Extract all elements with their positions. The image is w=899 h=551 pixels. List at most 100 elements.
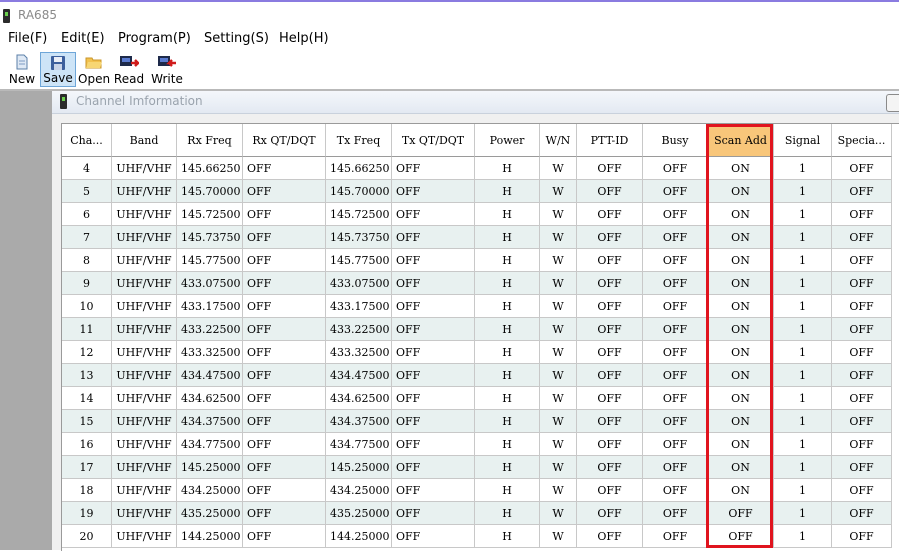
cell-tx-freq[interactable]: 145.70000 <box>326 180 392 203</box>
cell-tx-qt-dqt[interactable]: OFF <box>392 410 475 433</box>
cell-power[interactable]: H <box>475 433 540 456</box>
cell-rx-freq[interactable]: 433.32500 <box>177 341 243 364</box>
cell-ptt-id[interactable]: OFF <box>577 226 643 249</box>
save-button[interactable]: Save <box>40 52 76 87</box>
menu-help[interactable]: Help(H) <box>279 31 329 46</box>
cell-rx-freq[interactable]: 145.72500 <box>177 203 243 226</box>
cell-tx-freq[interactable]: 144.25000 <box>326 525 392 548</box>
column-header-special[interactable]: Specia... <box>832 124 892 157</box>
cell-busy[interactable]: OFF <box>643 249 708 272</box>
cell-wn[interactable]: W <box>540 433 577 456</box>
cell-band[interactable]: UHF/VHF <box>112 410 177 433</box>
cell-band[interactable]: UHF/VHF <box>112 180 177 203</box>
column-header-power[interactable]: Power <box>475 124 540 157</box>
cell-rx-qt-dqt[interactable]: OFF <box>243 157 326 180</box>
cell-special[interactable]: OFF <box>832 387 892 410</box>
cell-ptt-id[interactable]: OFF <box>577 502 643 525</box>
cell-signal[interactable]: 1 <box>774 456 832 479</box>
cell-signal[interactable]: 1 <box>774 295 832 318</box>
cell-power[interactable]: H <box>475 157 540 180</box>
cell-rx-qt-dqt[interactable]: OFF <box>243 203 326 226</box>
cell-ptt-id[interactable]: OFF <box>577 203 643 226</box>
cell-rx-freq[interactable]: 145.66250 <box>177 157 243 180</box>
cell-power[interactable]: H <box>475 479 540 502</box>
cell-rx-freq[interactable]: 145.70000 <box>177 180 243 203</box>
cell-channel[interactable]: 5 <box>62 180 112 203</box>
cell-special[interactable]: OFF <box>832 525 892 548</box>
cell-rx-qt-dqt[interactable]: OFF <box>243 341 326 364</box>
cell-tx-freq[interactable]: 434.77500 <box>326 433 392 456</box>
cell-rx-qt-dqt[interactable]: OFF <box>243 226 326 249</box>
cell-scan-add[interactable]: ON <box>708 364 774 387</box>
cell-tx-qt-dqt[interactable]: OFF <box>392 295 475 318</box>
cell-band[interactable]: UHF/VHF <box>112 157 177 180</box>
cell-power[interactable]: H <box>475 226 540 249</box>
cell-power[interactable]: H <box>475 295 540 318</box>
column-header-signal[interactable]: Signal <box>774 124 832 157</box>
cell-signal[interactable]: 1 <box>774 479 832 502</box>
cell-ptt-id[interactable]: OFF <box>577 387 643 410</box>
cell-special[interactable]: OFF <box>832 203 892 226</box>
cell-scan-add[interactable]: ON <box>708 479 774 502</box>
cell-wn[interactable]: W <box>540 180 577 203</box>
cell-scan-add[interactable]: ON <box>708 249 774 272</box>
cell-power[interactable]: H <box>475 272 540 295</box>
cell-wn[interactable]: W <box>540 157 577 180</box>
cell-signal[interactable]: 1 <box>774 318 832 341</box>
cell-scan-add[interactable]: ON <box>708 456 774 479</box>
cell-special[interactable]: OFF <box>832 364 892 387</box>
cell-band[interactable]: UHF/VHF <box>112 295 177 318</box>
cell-tx-freq[interactable]: 145.72500 <box>326 203 392 226</box>
cell-rx-qt-dqt[interactable]: OFF <box>243 410 326 433</box>
cell-busy[interactable]: OFF <box>643 502 708 525</box>
cell-power[interactable]: H <box>475 249 540 272</box>
cell-special[interactable]: OFF <box>832 456 892 479</box>
cell-channel[interactable]: 13 <box>62 364 112 387</box>
cell-special[interactable]: OFF <box>832 318 892 341</box>
cell-wn[interactable]: W <box>540 410 577 433</box>
cell-special[interactable]: OFF <box>832 295 892 318</box>
cell-tx-qt-dqt[interactable]: OFF <box>392 203 475 226</box>
cell-channel[interactable]: 16 <box>62 433 112 456</box>
cell-band[interactable]: UHF/VHF <box>112 525 177 548</box>
cell-scan-add[interactable]: ON <box>708 295 774 318</box>
open-button[interactable]: Open <box>78 52 110 87</box>
cell-signal[interactable]: 1 <box>774 387 832 410</box>
column-header-wn[interactable]: W/N <box>540 124 577 157</box>
cell-signal[interactable]: 1 <box>774 525 832 548</box>
cell-channel[interactable]: 4 <box>62 157 112 180</box>
new-button[interactable]: New <box>6 52 38 87</box>
cell-busy[interactable]: OFF <box>643 157 708 180</box>
menu-setting[interactable]: Setting(S) <box>204 31 269 46</box>
cell-scan-add[interactable]: OFF <box>708 525 774 548</box>
cell-tx-qt-dqt[interactable]: OFF <box>392 433 475 456</box>
cell-busy[interactable]: OFF <box>643 456 708 479</box>
cell-power[interactable]: H <box>475 180 540 203</box>
cell-special[interactable]: OFF <box>832 341 892 364</box>
cell-ptt-id[interactable]: OFF <box>577 295 643 318</box>
column-header-rx-qt-dqt[interactable]: Rx QT/DQT <box>243 124 326 157</box>
cell-power[interactable]: H <box>475 525 540 548</box>
cell-power[interactable]: H <box>475 387 540 410</box>
column-header-tx-qt-dqt[interactable]: Tx QT/DQT <box>392 124 475 157</box>
cell-ptt-id[interactable]: OFF <box>577 249 643 272</box>
cell-ptt-id[interactable]: OFF <box>577 525 643 548</box>
cell-special[interactable]: OFF <box>832 272 892 295</box>
cell-tx-qt-dqt[interactable]: OFF <box>392 341 475 364</box>
cell-wn[interactable]: W <box>540 479 577 502</box>
cell-tx-freq[interactable]: 434.62500 <box>326 387 392 410</box>
column-header-channel[interactable]: Cha... <box>62 124 112 157</box>
cell-rx-qt-dqt[interactable]: OFF <box>243 525 326 548</box>
cell-channel[interactable]: 15 <box>62 410 112 433</box>
cell-tx-qt-dqt[interactable]: OFF <box>392 456 475 479</box>
cell-busy[interactable]: OFF <box>643 479 708 502</box>
cell-tx-freq[interactable]: 433.22500 <box>326 318 392 341</box>
cell-band[interactable]: UHF/VHF <box>112 479 177 502</box>
cell-busy[interactable]: OFF <box>643 410 708 433</box>
cell-channel[interactable]: 19 <box>62 502 112 525</box>
cell-signal[interactable]: 1 <box>774 341 832 364</box>
cell-busy[interactable]: OFF <box>643 180 708 203</box>
cell-band[interactable]: UHF/VHF <box>112 249 177 272</box>
cell-scan-add[interactable]: ON <box>708 157 774 180</box>
cell-tx-qt-dqt[interactable]: OFF <box>392 226 475 249</box>
